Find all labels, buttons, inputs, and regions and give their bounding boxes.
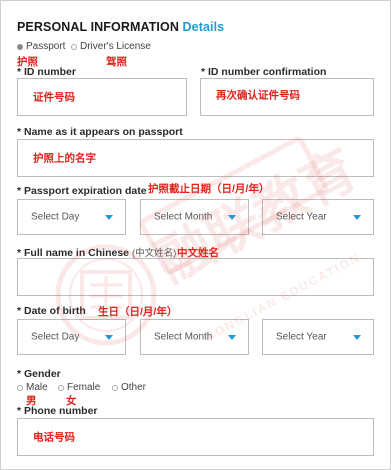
dob-month-value: Select Month [154, 331, 213, 343]
dob-day-value: Select Day [31, 331, 80, 343]
radio-other[interactable] [112, 385, 118, 391]
id-number-annotation: 证件号码 [33, 91, 75, 104]
radio-drivers-license[interactable] [71, 44, 77, 50]
phone-annotation: 电话号码 [33, 431, 75, 444]
passport-name-label: * Name as it appears on passport [17, 126, 183, 138]
chevron-down-icon [105, 215, 113, 220]
radio-passport-label: Passport [26, 41, 66, 52]
dob-year-value: Select Year [276, 331, 327, 343]
chinese-name-input[interactable] [17, 258, 374, 296]
chevron-down-icon [353, 335, 361, 340]
annotation-drivers-license: 驾照 [106, 56, 127, 68]
chevron-down-icon [228, 215, 236, 220]
radio-other-label: Other [121, 382, 147, 393]
radio-female-label: Female [67, 382, 101, 393]
expiration-year-select[interactable]: Select Year [262, 199, 374, 235]
expiration-month-value: Select Month [154, 211, 213, 223]
dob-annotation: 生日（日/月/年） [98, 306, 178, 318]
id-confirm-annotation: 再次确认证件号码 [216, 89, 300, 102]
expiration-day-value: Select Day [31, 211, 80, 223]
id-number-input[interactable]: 证件号码 [17, 78, 187, 116]
expiration-label: * Passport expiration date [17, 185, 147, 197]
section-title: PERSONAL INFORMATION Details [17, 20, 224, 34]
radio-male-label: Male [26, 382, 48, 393]
expiration-month-select[interactable]: Select Month [140, 199, 249, 235]
expiration-year-value: Select Year [276, 211, 327, 223]
expiration-annotation: 护照截止日期（日/月/年） [148, 183, 270, 195]
passport-name-input[interactable]: 护照上的名字 [17, 139, 374, 177]
dob-label: * Date of birth [17, 305, 86, 317]
chevron-down-icon [228, 335, 236, 340]
passport-name-annotation: 护照上的名字 [33, 152, 96, 165]
dob-day-select[interactable]: Select Day [17, 319, 126, 355]
chevron-down-icon [353, 215, 361, 220]
id-number-label: * ID number [17, 66, 76, 78]
radio-passport[interactable] [17, 44, 23, 50]
dob-year-select[interactable]: Select Year [262, 319, 374, 355]
radio-male[interactable] [17, 385, 23, 391]
radio-female[interactable] [58, 385, 64, 391]
dob-month-select[interactable]: Select Month [140, 319, 249, 355]
section-title-accent: Details [182, 20, 225, 34]
chinese-name-label: * Full name in Chinese (中文姓名) [17, 245, 176, 259]
radio-drivers-license-label: Driver's License [80, 41, 151, 52]
id-confirm-label: * ID number confirmation [201, 66, 327, 78]
expiration-day-select[interactable]: Select Day [17, 199, 126, 235]
id-confirm-input[interactable]: 再次确认证件号码 [200, 78, 374, 116]
gender-label: * Gender [17, 368, 61, 380]
phone-label: * Phone number [17, 405, 98, 417]
phone-input[interactable]: 电话号码 [17, 418, 374, 456]
chevron-down-icon [105, 335, 113, 340]
section-title-text: PERSONAL INFORMATION [17, 20, 179, 34]
